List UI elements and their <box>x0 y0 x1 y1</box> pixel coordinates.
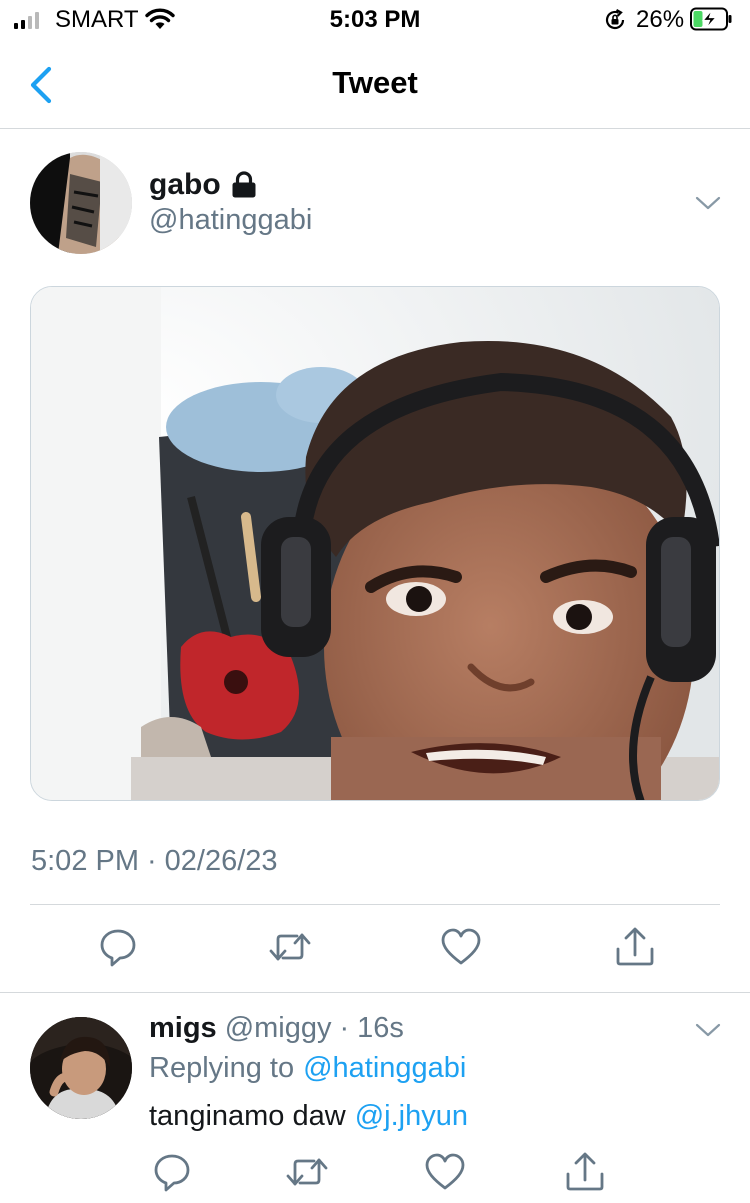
page-title: Tweet <box>332 65 418 100</box>
orientation-lock-icon <box>605 9 625 30</box>
divider <box>30 904 720 905</box>
tweet-time: 5:02 PM <box>31 845 139 877</box>
reply-text: tanginamo daw @j.jhyun <box>149 1100 468 1133</box>
reply-icon[interactable] <box>150 1150 194 1194</box>
mention-link[interactable]: @j.jhyun <box>355 1100 468 1133</box>
timestamp-separator: · <box>147 845 157 877</box>
author-avatar[interactable] <box>30 152 132 254</box>
like-icon[interactable] <box>439 925 483 969</box>
retweet-icon[interactable] <box>285 1150 329 1194</box>
tweet-date: 02/26/23 <box>164 845 278 877</box>
author-name-text: gabo <box>149 168 221 201</box>
replying-to-label: Replying to <box>149 1052 295 1084</box>
retweet-icon[interactable] <box>268 925 312 969</box>
divider <box>0 992 750 993</box>
reply-body-text: tanginamo daw <box>149 1100 346 1132</box>
chevron-down-icon[interactable] <box>694 1020 722 1040</box>
reply-header: migs @miggy · 16s <box>149 1012 404 1045</box>
reply-author-name[interactable]: migs <box>149 1012 217 1045</box>
reply-time: 16s <box>357 1012 404 1044</box>
tweet-media-image[interactable] <box>30 286 720 801</box>
reply-icon[interactable] <box>96 925 140 969</box>
reply-author-avatar[interactable] <box>30 1017 132 1119</box>
like-icon[interactable] <box>423 1150 467 1194</box>
chevron-down-icon[interactable] <box>694 193 722 213</box>
reply-author-handle[interactable]: @miggy <box>225 1012 332 1045</box>
replying-to-handle-link[interactable]: @hatinggabi <box>303 1052 466 1085</box>
share-icon[interactable] <box>563 1150 607 1194</box>
battery-percentage: 26% <box>636 6 685 33</box>
share-icon[interactable] <box>613 925 657 969</box>
tweet-timestamp: 5:02 PM · 02/26/23 <box>31 845 278 878</box>
navigation-header: Tweet <box>0 40 750 129</box>
author-handle[interactable]: @hatinggabi <box>149 204 312 237</box>
reply-separator: · <box>339 1012 350 1044</box>
battery-charging-icon <box>690 7 732 31</box>
lock-icon <box>232 171 256 198</box>
status-bar: SMART 5:03 PM 26% <box>0 0 750 40</box>
author-display-name[interactable]: gabo <box>149 168 257 202</box>
replying-to: Replying to @hatinggabi <box>149 1052 466 1085</box>
